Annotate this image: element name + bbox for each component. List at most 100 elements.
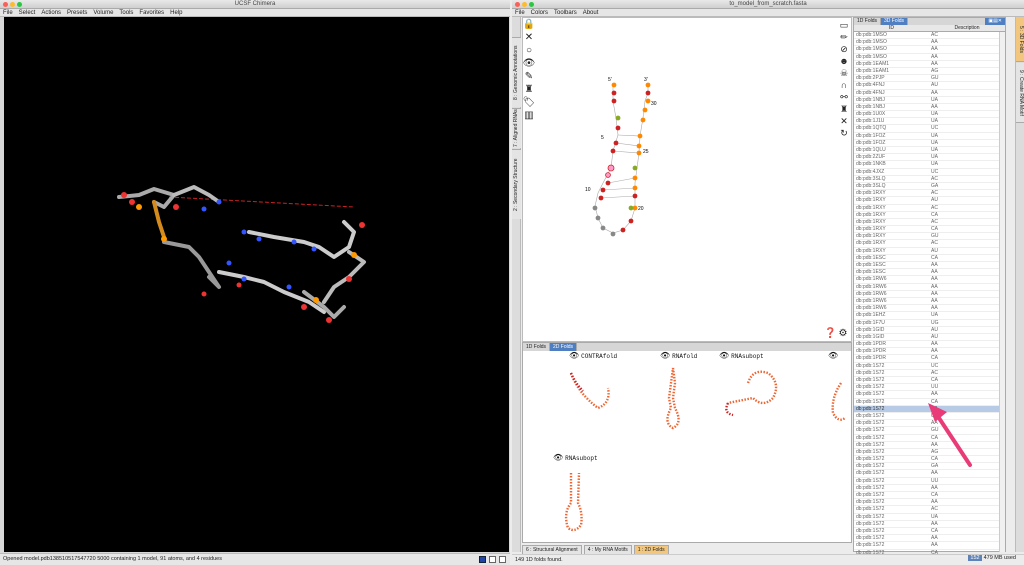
table-row[interactable]: db:pdb:1S72 AA <box>854 391 1005 399</box>
table-row[interactable]: db:pdb:1PDR AA <box>854 348 1005 356</box>
table-row[interactable]: db:pdb:1J1U UA <box>854 118 1005 126</box>
selection-inspector-icon[interactable] <box>489 556 496 563</box>
tag-icon[interactable]: 🏷 <box>523 98 536 108</box>
bar-chart-icon[interactable]: ▥ <box>524 111 533 121</box>
table-scrollbar[interactable] <box>999 32 1005 552</box>
table-row[interactable]: db:pdb:1EAM1 AA <box>854 61 1005 68</box>
gear-icon[interactable]: ⚙ <box>838 328 847 339</box>
table-row[interactable]: db:pdb:4FNJ AA <box>854 90 1005 97</box>
table-row[interactable]: db:pdb:1MSO AA <box>854 54 1005 61</box>
menu-select[interactable]: Select <box>19 9 36 16</box>
minimize-icon[interactable] <box>522 2 527 7</box>
table-row[interactable]: db:pdb:1GID AU <box>854 327 1005 334</box>
tab-secondary-structure[interactable]: 2 : Secondary Structure <box>512 149 521 219</box>
table-row[interactable]: db:pdb:1QTQ UC <box>854 125 1005 133</box>
table-row[interactable]: db:pdb:1RXY AU <box>854 248 1005 255</box>
command-line-icon[interactable] <box>479 556 486 563</box>
smiley-icon[interactable]: ☻ <box>839 56 848 66</box>
column-description[interactable]: Description <box>929 25 1005 32</box>
table-row[interactable]: db:pdb:1QLU UA <box>854 147 1005 155</box>
menu-help[interactable]: Help <box>170 9 182 16</box>
circle-icon[interactable]: ○ <box>526 46 532 56</box>
table-row[interactable]: db:pdb:3SLQ AC <box>854 176 1005 183</box>
brush-icon[interactable]: ♜ <box>525 85 534 95</box>
table-row[interactable]: db:pdb:1EAM1 AG <box>854 68 1005 76</box>
tab-2d-folds[interactable]: 2D Folds <box>550 343 578 351</box>
wand-icon[interactable]: ✎ <box>525 72 533 82</box>
table-row[interactable]: db:pdb:1S72 AA <box>854 485 1005 492</box>
window-controls[interactable] <box>3 2 22 7</box>
table-row[interactable]: db:pdb:1S72 AC <box>854 506 1005 514</box>
zoom-icon[interactable] <box>17 2 22 7</box>
table-row[interactable]: db:pdb:1GID AU <box>854 334 1005 342</box>
table-row[interactable]: db:pdb:1RXY AC <box>854 240 1005 248</box>
no-entry-icon[interactable]: ⊘ <box>840 44 848 54</box>
table-row[interactable]: db:pdb:1RW6 AA <box>854 305 1005 313</box>
brush-icon[interactable]: ♜ <box>840 104 848 114</box>
table-row[interactable]: db:pdb:1S72 AA <box>854 535 1005 543</box>
table-row[interactable]: db:pdb:1ESC AA <box>854 269 1005 277</box>
menu-about[interactable]: About <box>583 9 599 16</box>
table-row[interactable]: db:pdb:1RW6 AA <box>854 298 1005 306</box>
menu-colors[interactable]: Colors <box>531 9 548 16</box>
table-row[interactable]: db:pdb:1MSO AA <box>854 46 1005 54</box>
column-id[interactable]: ID <box>854 25 929 32</box>
tab-3d-folds-side[interactable]: 5 : 3D Folds <box>1016 17 1024 62</box>
close-icon[interactable] <box>3 2 8 7</box>
menu-favorites[interactable]: Favorites <box>139 9 164 16</box>
tab-1d-folds[interactable]: 1D Folds <box>523 343 551 351</box>
table-row[interactable]: db:pdb:1S72 AA <box>854 542 1005 550</box>
table-row[interactable]: db:pdb:1RXY CA <box>854 226 1005 234</box>
table-row[interactable]: db:pdb:1NBJ AA <box>854 104 1005 112</box>
table-row[interactable]: db:pdb:1S72 AA <box>854 470 1005 478</box>
sequence-icon[interactable] <box>499 556 506 563</box>
table-row[interactable]: db:pdb:1S72 AA <box>854 499 1005 507</box>
menu-volume[interactable]: Volume <box>93 9 113 16</box>
table-row[interactable]: db:pdb:1S72 CA <box>854 528 1005 536</box>
tab-create-rna-motif[interactable]: 9 : Create RNA Motif <box>1016 63 1024 123</box>
panel-controls-icon[interactable]: ▣▤✕ <box>985 18 1005 25</box>
eye-icon[interactable]: 👁 <box>523 59 536 69</box>
zoom-icon[interactable] <box>529 2 534 7</box>
table-row[interactable]: db:pdb:1NBJ UA <box>854 97 1005 104</box>
table-row[interactable]: db:pdb:1RW6 AA <box>854 276 1005 284</box>
table-row[interactable]: db:pdb:1S72 UU <box>854 478 1005 485</box>
table-row[interactable]: db:pdb:1RXY GU <box>854 233 1005 241</box>
table-row[interactable]: db:pdb:1MSO AC <box>854 32 1005 40</box>
minimize-icon[interactable] <box>10 2 15 7</box>
pencil-icon[interactable]: ✏ <box>840 32 848 42</box>
table-row[interactable]: db:pdb:1F7U UG <box>854 320 1005 327</box>
menu-actions[interactable]: Actions <box>41 9 61 16</box>
table-row[interactable]: db:pdb:1PDR AA <box>854 341 1005 349</box>
table-row[interactable]: db:pdb:3SLQ GA <box>854 183 1005 191</box>
menu-tools[interactable]: Tools <box>119 9 133 16</box>
lock-icon[interactable]: 🔒 <box>523 20 535 30</box>
table-row[interactable]: db:pdb:1RXY AC <box>854 190 1005 198</box>
table-row[interactable]: db:pdb:1RW6 AA <box>854 284 1005 291</box>
table-row[interactable]: db:pdb:1S72 CA <box>854 377 1005 385</box>
table-row[interactable]: db:pdb:1ESC AA <box>854 262 1005 270</box>
table-row[interactable]: db:pdb:1FOZ UA <box>854 140 1005 147</box>
table-row[interactable]: db:pdb:1EHZ UA <box>854 312 1005 320</box>
magnet-icon[interactable]: ∩ <box>841 80 847 90</box>
table-row[interactable]: db:pdb:1RXY CA <box>854 212 1005 219</box>
table-row[interactable]: db:pdb:1S72 UC <box>854 363 1005 370</box>
table-row[interactable]: db:pdb:1PDR CA <box>854 355 1005 363</box>
table-row[interactable]: db:pdb:2ZUF UA <box>854 154 1005 162</box>
window-controls[interactable] <box>515 2 534 7</box>
skull-icon[interactable]: ☠ <box>840 68 848 78</box>
table-row[interactable]: db:pdb:4JXZ UC <box>854 169 1005 176</box>
table-row[interactable]: db:pdb:4FNJ AU <box>854 82 1005 90</box>
table-row[interactable]: db:pdb:1U0X UA <box>854 111 1005 119</box>
close-icon[interactable] <box>515 2 520 7</box>
table-row[interactable]: db:pdb:1RXY AU <box>854 197 1005 205</box>
tab-aligned-rnas[interactable]: 7 : Aligned RNAs <box>512 108 521 148</box>
table-row[interactable]: db:pdb:1FOZ UA <box>854 133 1005 140</box>
molecule-viewport[interactable] <box>4 17 509 552</box>
table-row[interactable]: db:pdb:1RW6 AA <box>854 291 1005 298</box>
table-row[interactable]: db:pdb:2PJP GU <box>854 75 1005 83</box>
table-row[interactable]: db:pdb:1MSO AA <box>854 39 1005 47</box>
table-row[interactable]: db:pdb:1S72 AC <box>854 370 1005 377</box>
table-row[interactable]: db:pdb:1NKB UA <box>854 161 1005 169</box>
table-row[interactable]: db:pdb:1RXY AC <box>854 205 1005 212</box>
